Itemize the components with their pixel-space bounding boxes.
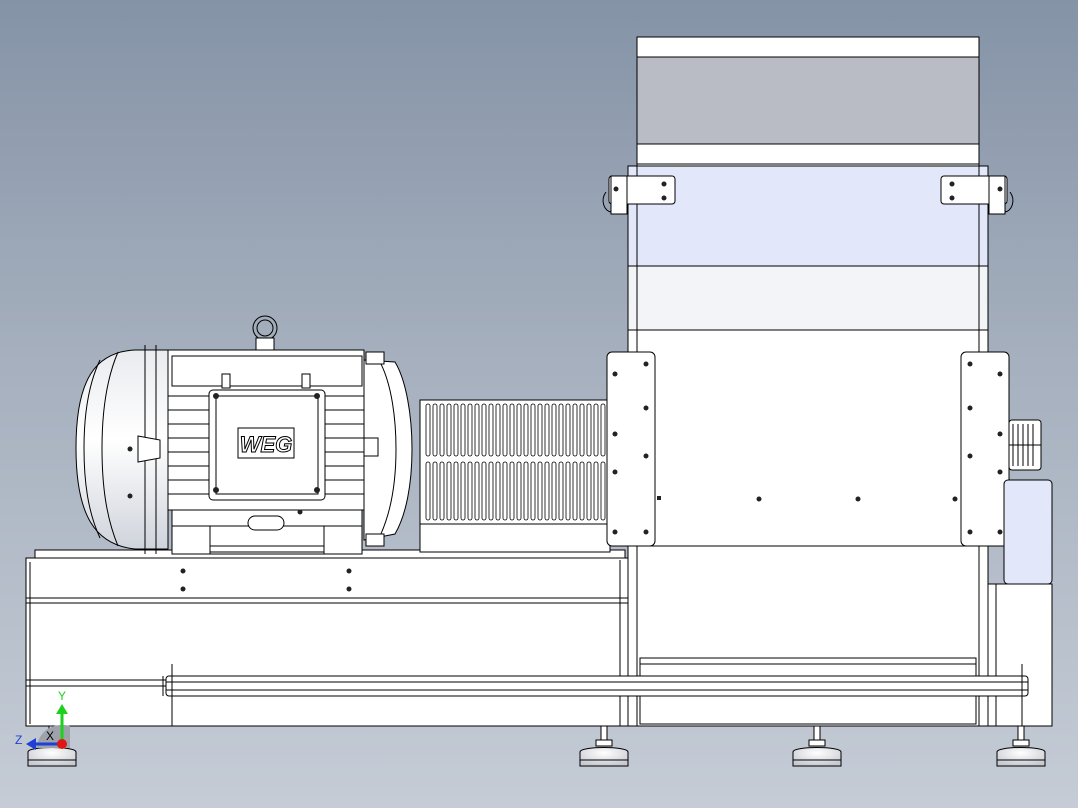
leveling-foot — [579, 725, 629, 767]
guard-slot — [488, 461, 494, 521]
guard-slot — [537, 461, 543, 521]
guard-slot — [453, 403, 459, 457]
guard-slot — [600, 403, 606, 457]
guard-slot — [551, 461, 557, 521]
guard-slot — [446, 461, 452, 521]
guard-slot — [516, 403, 522, 457]
cutting-chamber — [627, 165, 989, 547]
guard-slot — [565, 403, 571, 457]
leveling-foot — [996, 725, 1046, 767]
cad-drawing: WEG Y Z X — [15, 36, 1053, 767]
guard-slot — [523, 461, 529, 521]
guard-slot — [523, 403, 529, 457]
guard-slot — [495, 403, 501, 457]
guard-slot — [509, 461, 515, 521]
guard-slot — [530, 403, 536, 457]
cad-viewport[interactable]: WEG Y Z X — [0, 0, 1078, 808]
drive-end-shield — [363, 351, 413, 547]
guard-slot — [572, 461, 578, 521]
guard-slot — [530, 461, 536, 521]
guard-slot — [453, 461, 459, 521]
bearing-plate-left — [606, 351, 661, 547]
guard-slot — [446, 403, 452, 457]
guard-slot — [593, 403, 599, 457]
guard-slot — [579, 403, 585, 457]
motor-brand-label: WEG — [240, 432, 293, 457]
motor-feet — [171, 509, 363, 555]
guard-slot — [558, 403, 564, 457]
leveling-foot — [792, 725, 842, 767]
triad-x-axis — [57, 739, 67, 749]
fan-cowl — [75, 345, 169, 554]
guard-slot — [481, 461, 487, 521]
guard-slot — [509, 403, 515, 457]
base-frame — [25, 549, 629, 727]
guard-slot — [432, 403, 438, 457]
guard-slot — [467, 461, 473, 521]
guard-slot — [481, 403, 487, 457]
guard-slot — [551, 403, 557, 457]
triad-x-label: X — [46, 729, 54, 743]
triad-z-arrow-icon — [26, 738, 36, 750]
lifting-eye-bolt — [252, 315, 278, 351]
leveling-feet — [27, 725, 1046, 767]
guard-slot — [586, 403, 592, 457]
guard-slot — [488, 403, 494, 457]
guard-slot — [474, 403, 480, 457]
guard-slot — [600, 461, 606, 521]
guard-slot — [460, 461, 466, 521]
guard-slot — [544, 403, 550, 457]
guard-slot — [439, 403, 445, 457]
guard-slot — [425, 461, 431, 521]
guard-slot — [516, 461, 522, 521]
guard-slot — [495, 461, 501, 521]
guard-slot — [432, 461, 438, 521]
guard-slot — [572, 403, 578, 457]
guard-slot — [439, 461, 445, 521]
guard-slot — [558, 461, 564, 521]
guard-slot — [474, 461, 480, 521]
guard-slot — [502, 461, 508, 521]
guard-slot — [502, 403, 508, 457]
guard-slot — [586, 461, 592, 521]
bearing-plate-right — [960, 351, 1010, 547]
guard-slot — [537, 403, 543, 457]
bearing-cap-right — [1008, 419, 1042, 471]
guard-slot — [579, 461, 585, 521]
coupling-guard — [419, 399, 611, 553]
guard-slot — [565, 461, 571, 521]
guard-slot — [425, 403, 431, 457]
feed-hopper — [636, 36, 980, 168]
guard-slot — [467, 403, 473, 457]
guard-slot — [593, 461, 599, 521]
guard-slot — [460, 403, 466, 457]
guard-slot — [544, 461, 550, 521]
screen-housing — [627, 545, 989, 727]
triad-z-label: Z — [15, 733, 22, 747]
motor: WEG — [75, 315, 413, 555]
triad-y-label: Y — [58, 689, 66, 703]
terminal-box: WEG — [208, 389, 326, 501]
